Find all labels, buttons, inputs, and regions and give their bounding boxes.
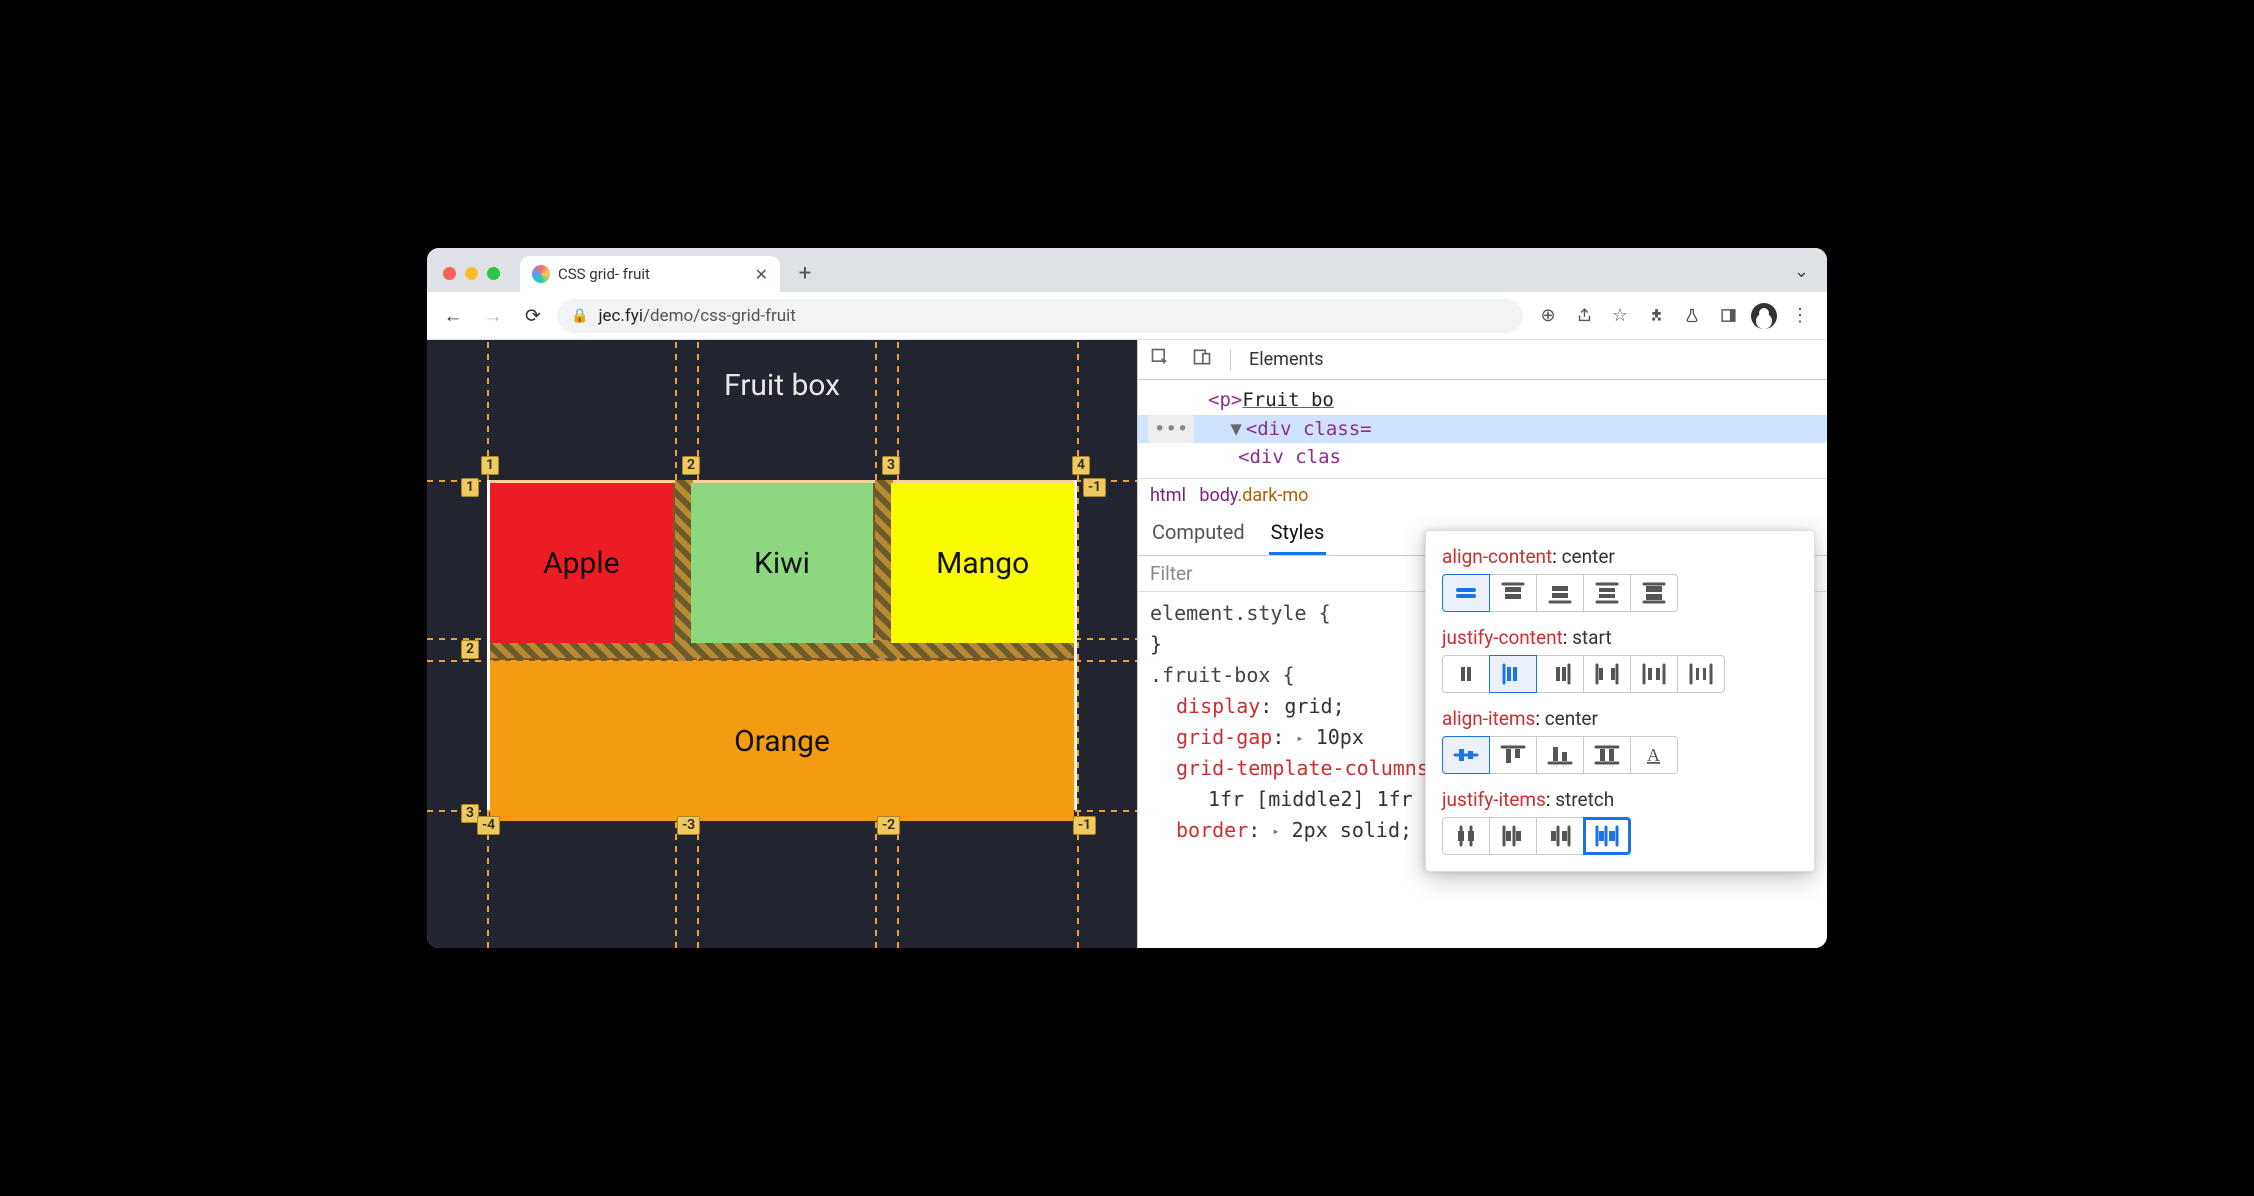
align-items-group: align-items: center bbox=[1442, 707, 1798, 774]
justify-items-end-button[interactable] bbox=[1536, 817, 1584, 855]
bookmark-icon[interactable]: ☆ bbox=[1603, 299, 1637, 333]
address-bar[interactable]: 🔒 jec.fyi/demo/css-grid-fruit bbox=[557, 299, 1523, 333]
new-tab-button[interactable]: + bbox=[790, 258, 820, 288]
profile-avatar[interactable] bbox=[1747, 299, 1781, 333]
align-content-stretch-button[interactable] bbox=[1630, 574, 1678, 612]
close-tab-icon[interactable]: ✕ bbox=[755, 265, 768, 284]
rendered-page: Fruit box 1 2 3 4 1 2 3 bbox=[427, 340, 1137, 948]
grid-line-badge: -2 bbox=[877, 816, 900, 835]
forward-button[interactable]: → bbox=[477, 300, 509, 332]
justify-content-end-button[interactable] bbox=[1536, 655, 1584, 693]
grid-line-badge: -4 bbox=[477, 816, 500, 835]
devtools-tab-elements[interactable]: Elements bbox=[1245, 343, 1328, 376]
labs-icon[interactable] bbox=[1675, 299, 1709, 333]
url-host: jec.fyi bbox=[598, 306, 643, 326]
align-content-start-button[interactable] bbox=[1489, 574, 1537, 612]
grid-item-orange: Orange bbox=[490, 661, 1074, 821]
grid-line-badge: -1 bbox=[1083, 478, 1106, 497]
justify-items-group: justify-items: stretch bbox=[1442, 788, 1798, 855]
maximize-window-icon[interactable] bbox=[487, 267, 500, 280]
grid-line-badge: -1 bbox=[1073, 816, 1096, 835]
grid-line-badge: 2 bbox=[682, 456, 700, 475]
justify-content-center-button[interactable] bbox=[1442, 655, 1490, 693]
share-icon[interactable] bbox=[1567, 299, 1601, 333]
window-controls bbox=[443, 267, 500, 280]
align-items-stretch-button[interactable] bbox=[1583, 736, 1631, 774]
toolbar-right: ⊕ ☆ ⋮ bbox=[1531, 299, 1817, 333]
justify-items-stretch-button[interactable] bbox=[1583, 817, 1631, 855]
browser-window: CSS grid- fruit ✕ + ⌄ ← → ⟳ 🔒 jec.fyi/de… bbox=[427, 248, 1827, 948]
breadcrumb[interactable]: html body.dark-mo bbox=[1138, 478, 1827, 512]
justify-content-start-button[interactable] bbox=[1489, 655, 1537, 693]
justify-content-space-between-button[interactable] bbox=[1583, 655, 1631, 693]
svg-text:A: A bbox=[1647, 745, 1660, 765]
grid-line-badge: 3 bbox=[882, 456, 900, 475]
minimize-window-icon[interactable] bbox=[465, 267, 478, 280]
justify-content-space-around-button[interactable] bbox=[1630, 655, 1678, 693]
grid-overlay: 1 2 3 4 1 2 3 -1 -1 -4 -3 -2 bbox=[477, 456, 1087, 816]
dom-text: Fruit bo bbox=[1242, 386, 1334, 415]
justify-content-group: justify-content: start bbox=[1442, 626, 1798, 693]
grid-line-badge: 2 bbox=[461, 640, 479, 659]
align-content-group: align-content: center bbox=[1442, 545, 1798, 612]
lock-icon: 🔒 bbox=[571, 308, 588, 324]
tab-styles[interactable]: Styles bbox=[1269, 512, 1327, 555]
tab-title: CSS grid- fruit bbox=[558, 265, 650, 283]
device-toolbar-icon[interactable] bbox=[1188, 347, 1216, 372]
align-items-start-button[interactable] bbox=[1489, 736, 1537, 774]
back-button[interactable]: ← bbox=[437, 300, 469, 332]
url-path: /demo/css-grid-fruit bbox=[643, 306, 796, 326]
justify-content-space-evenly-button[interactable] bbox=[1677, 655, 1725, 693]
tab-computed[interactable]: Computed bbox=[1150, 512, 1247, 555]
dom-tree[interactable]: <p>Fruit bo ••• ▼ <div class= <div clas bbox=[1138, 380, 1827, 478]
zoom-icon[interactable]: ⊕ bbox=[1531, 299, 1565, 333]
grid-editor-popover: align-content: center bbox=[1425, 530, 1815, 872]
align-items-end-button[interactable] bbox=[1536, 736, 1584, 774]
grid-item-kiwi: Kiwi bbox=[691, 483, 874, 643]
grid-item-apple: Apple bbox=[490, 483, 673, 643]
justify-items-start-button[interactable] bbox=[1489, 817, 1537, 855]
align-items-baseline-button[interactable]: A bbox=[1630, 736, 1678, 774]
content-area: Fruit box 1 2 3 4 1 2 3 bbox=[427, 340, 1827, 948]
grid-line-badge: -3 bbox=[677, 816, 700, 835]
close-window-icon[interactable] bbox=[443, 267, 456, 280]
align-items-center-button[interactable] bbox=[1442, 736, 1490, 774]
browser-tab[interactable]: CSS grid- fruit ✕ bbox=[520, 256, 780, 292]
devtools-panel: Elements <p>Fruit bo ••• ▼ <div class= <… bbox=[1137, 340, 1827, 948]
extensions-icon[interactable] bbox=[1639, 299, 1673, 333]
grid-line-badge: 4 bbox=[1072, 456, 1090, 475]
tabs-dropdown-icon[interactable]: ⌄ bbox=[1794, 261, 1809, 282]
align-content-space-around-button[interactable] bbox=[1583, 574, 1631, 612]
tab-strip: CSS grid- fruit ✕ + ⌄ bbox=[427, 248, 1827, 292]
align-content-end-button[interactable] bbox=[1536, 574, 1584, 612]
side-panel-icon[interactable] bbox=[1711, 299, 1745, 333]
align-content-center-button[interactable] bbox=[1442, 574, 1490, 612]
devtools-tabs: Elements bbox=[1138, 340, 1827, 380]
grid-item-mango: Mango bbox=[891, 483, 1074, 643]
page-heading: Fruit box bbox=[427, 368, 1137, 403]
justify-items-center-button[interactable] bbox=[1442, 817, 1490, 855]
dom-selected-row[interactable]: ••• ▼ <div class= bbox=[1138, 415, 1827, 444]
menu-icon[interactable]: ⋮ bbox=[1783, 299, 1817, 333]
grid-line-badge: 1 bbox=[461, 478, 479, 497]
toolbar: ← → ⟳ 🔒 jec.fyi/demo/css-grid-fruit ⊕ ☆ bbox=[427, 292, 1827, 340]
disclosure-triangle-icon[interactable]: ▼ bbox=[1230, 415, 1241, 444]
grid-line-badge: 1 bbox=[481, 456, 499, 475]
reload-button[interactable]: ⟳ bbox=[517, 300, 549, 332]
dom-ellipsis-icon[interactable]: ••• bbox=[1148, 415, 1194, 444]
favicon-icon bbox=[532, 265, 550, 283]
inspect-element-icon[interactable] bbox=[1146, 347, 1174, 372]
